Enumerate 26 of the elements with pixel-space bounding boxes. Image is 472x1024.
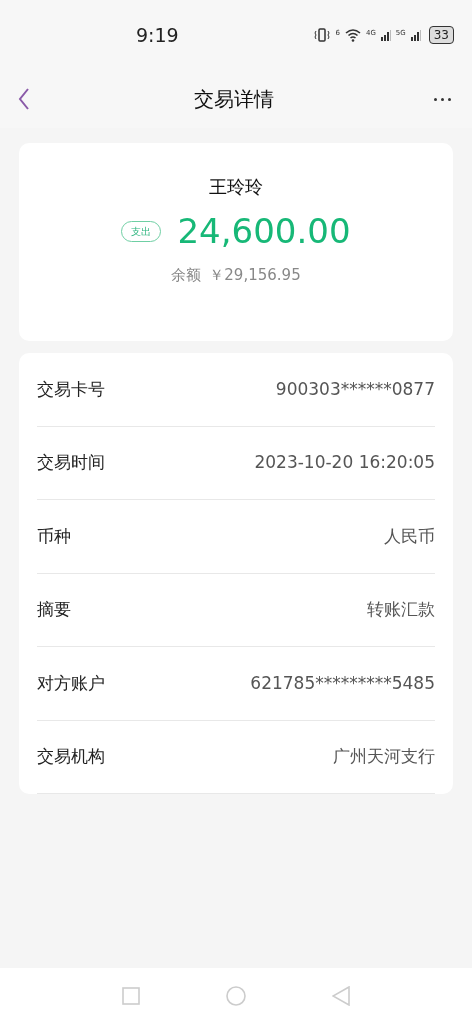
detail-label: 交易机构: [37, 745, 105, 768]
detail-value: 900303******0877: [275, 377, 435, 401]
wifi-icon: [344, 28, 361, 42]
detail-label: 摘要: [37, 598, 71, 621]
home-button[interactable]: [226, 986, 246, 1006]
battery-indicator: 33: [428, 26, 454, 44]
back-nav-button[interactable]: [332, 986, 350, 1006]
amount: 24,600.00: [177, 214, 351, 248]
detail-value: 2023-10-20 16:20:05: [254, 451, 435, 474]
detail-label: 交易卡号: [37, 377, 105, 401]
detail-value: 广州天河支行: [333, 745, 435, 768]
signal-icon: [410, 29, 421, 41]
balance-value: ￥29,156.95: [209, 265, 301, 286]
detail-label: 交易时间: [37, 451, 105, 474]
detail-value: 621785*********5485: [250, 671, 435, 695]
payee-name: 王玲玲: [209, 175, 263, 199]
status-time: 9:19: [136, 22, 179, 48]
page-title: 交易详情: [194, 86, 274, 113]
detail-label: 对方账户: [37, 671, 105, 695]
detail-label: 币种: [37, 524, 71, 548]
signal-icon: [380, 29, 391, 41]
recents-button[interactable]: [122, 987, 140, 1005]
vibrate-icon: [314, 28, 331, 42]
balance-label: 余额: [171, 265, 202, 286]
detail-value: 转账汇款: [367, 598, 435, 621]
detail-value: 人民币: [384, 524, 435, 548]
